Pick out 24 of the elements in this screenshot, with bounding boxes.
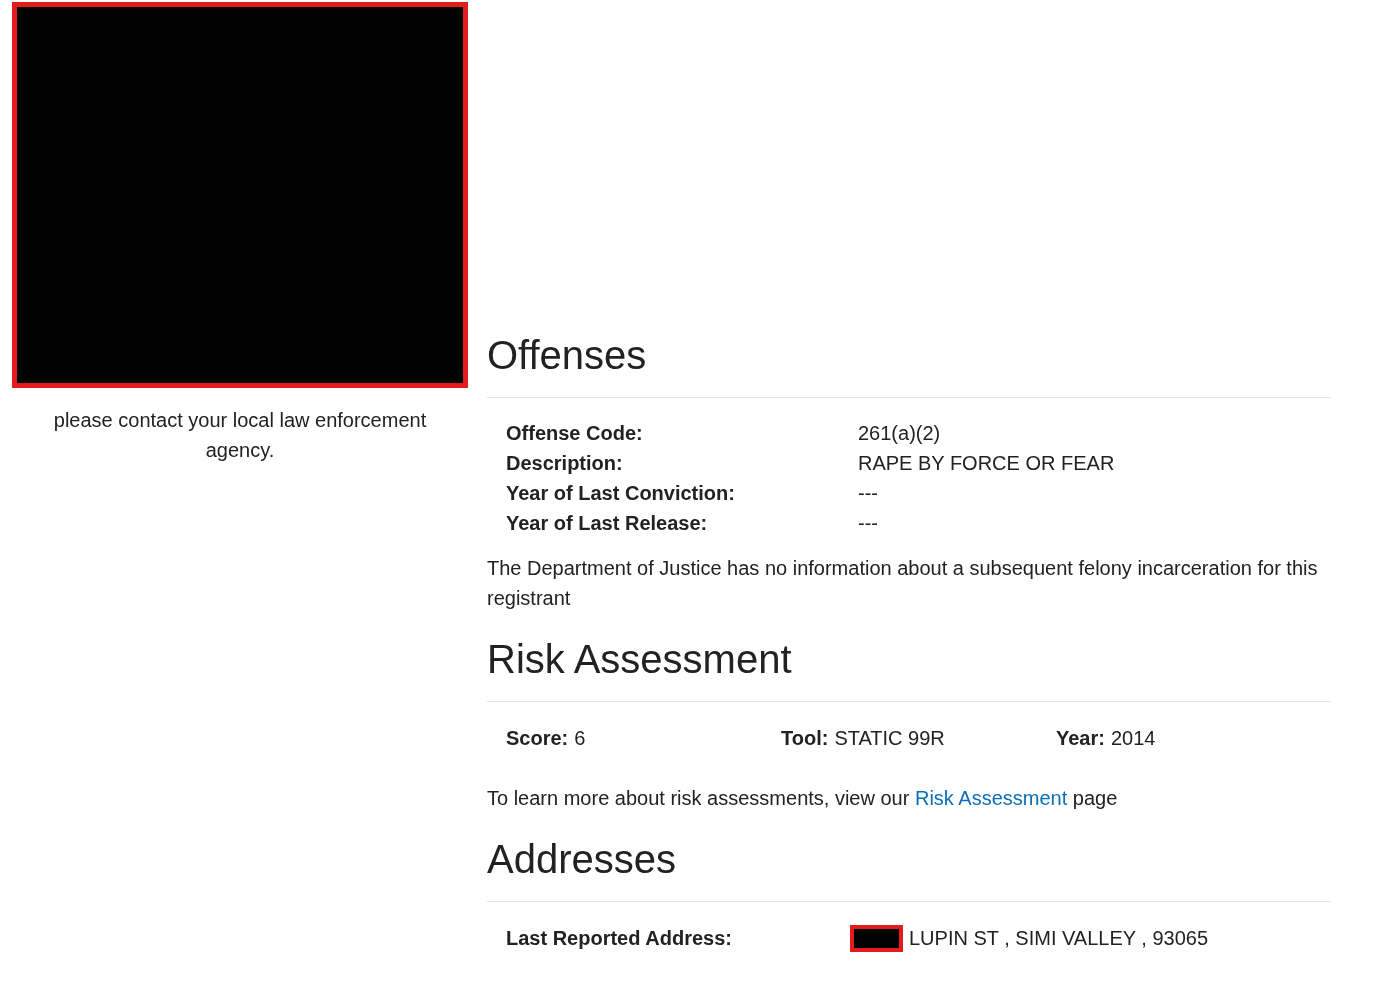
field-label: Year of Last Release: <box>506 511 709 536</box>
section-heading: Risk Assessment <box>487 636 792 683</box>
field-label: Description: <box>506 451 624 476</box>
field-value: RAPE BY FORCE OR FEAR <box>858 451 1115 476</box>
field-value: --- <box>858 511 878 536</box>
field-value: 2014 <box>1110 726 1156 751</box>
incarceration-note: The Department of Justice has no information about a subsequent felony incarceration for this registrant <box>487 556 1319 611</box>
field-label: Year: <box>1056 726 1105 751</box>
field-value: 6 <box>574 726 586 751</box>
field-label: Year of Last Conviction: <box>506 481 736 506</box>
field-value: 261(a)(2) <box>858 421 941 446</box>
field-label: Offense Code: <box>506 421 644 446</box>
field-value: STATIC 99R <box>834 726 945 751</box>
risk-assessment-link[interactable]: Risk Assessment <box>914 787 1068 809</box>
notice-text: please contact your local law enforcement agency. <box>52 408 428 463</box>
field-label: Score: <box>506 726 569 751</box>
field-label: Tool: <box>781 726 829 751</box>
field-label: Last Reported Address: <box>506 926 733 951</box>
section-heading: Addresses <box>487 836 676 883</box>
section-heading: Offenses <box>487 332 647 379</box>
risk-note: To learn more about risk assessments, view our Risk Assessment page <box>487 786 1119 811</box>
field-value: --- <box>858 481 878 506</box>
redaction-box <box>850 924 903 952</box>
field-value: LUPIN ST , SIMI VALLEY , 93065 <box>909 926 1209 951</box>
